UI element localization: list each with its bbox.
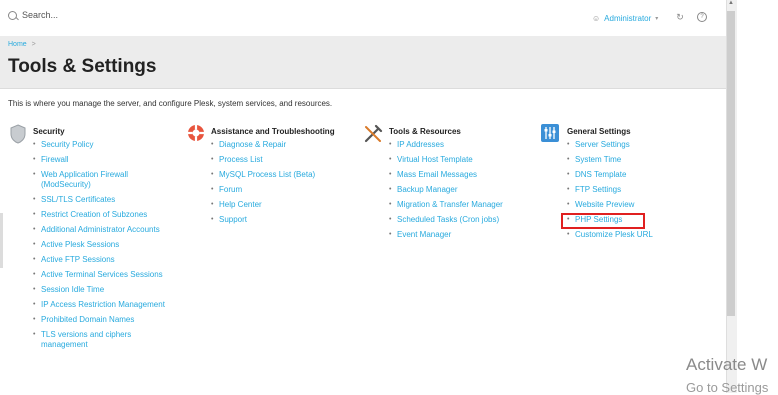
section-title: Assistance and Troubleshooting — [211, 126, 335, 136]
link-security-policy[interactable]: Security Policy — [33, 140, 175, 150]
section-title: Security — [33, 126, 65, 136]
link-ip-addresses[interactable]: IP Addresses — [389, 140, 534, 150]
help-icon[interactable]: ? — [697, 12, 707, 22]
link-website-preview[interactable]: Website Preview — [567, 200, 712, 210]
link-additional-administrator-accounts[interactable]: Additional Administrator Accounts — [33, 225, 175, 235]
section-title: General Settings — [567, 126, 631, 136]
link-server-settings[interactable]: Server Settings — [567, 140, 712, 150]
user-menu[interactable]: ☺ Administrator ▾ — [592, 14, 658, 23]
user-label: Administrator — [604, 14, 652, 23]
link-scheduled-tasks[interactable]: Scheduled Tasks (Cron jobs) — [389, 215, 534, 225]
link-support[interactable]: Support — [211, 215, 356, 225]
link-backup-manager[interactable]: Backup Manager — [389, 185, 534, 195]
page-description: This is where you manage the server, and… — [8, 99, 333, 108]
link-help-center[interactable]: Help Center — [211, 200, 356, 210]
settings-sliders-icon — [541, 124, 559, 142]
user-icon: ☺ — [592, 14, 601, 23]
link-ssl-tls-certificates[interactable]: SSL/TLS Certificates — [33, 195, 175, 205]
side-panel-handle[interactable] — [0, 213, 3, 268]
link-active-plesk-sessions[interactable]: Active Plesk Sessions — [33, 240, 175, 250]
link-web-application-firewall[interactable]: Web Application Firewall (ModSecurity) — [33, 170, 175, 190]
section-assistance: Assistance and Troubleshooting Diagnose … — [187, 124, 357, 225]
search-icon — [8, 10, 17, 20]
search-box[interactable]: Search... — [8, 10, 58, 20]
tools-icon — [364, 124, 383, 143]
link-ip-access-restriction-management[interactable]: IP Access Restriction Management — [33, 300, 175, 310]
link-mysql-process-list[interactable]: MySQL Process List (Beta) — [211, 170, 356, 180]
breadcrumb: Home > — [8, 41, 36, 48]
section-tools-resources: Tools & Resources IP Addresses Virtual H… — [363, 124, 533, 240]
page-title: Tools & Settings — [8, 56, 157, 77]
link-session-idle-time[interactable]: Session Idle Time — [33, 285, 175, 295]
scrollbar-thumb[interactable] — [727, 11, 735, 316]
link-restrict-creation-of-subzones[interactable]: Restrict Creation of Subzones — [33, 210, 175, 220]
breadcrumb-separator: > — [31, 41, 36, 48]
link-mass-email-messages[interactable]: Mass Email Messages — [389, 170, 534, 180]
link-firewall[interactable]: Firewall — [33, 155, 175, 165]
link-migration-transfer-manager[interactable]: Migration & Transfer Manager — [389, 200, 534, 210]
page-header: Home > Tools & Settings — [0, 36, 726, 89]
link-system-time[interactable]: System Time — [567, 155, 712, 165]
link-process-list[interactable]: Process List — [211, 155, 356, 165]
activation-watermark-title: Activate W — [686, 355, 768, 374]
link-prohibited-domain-names[interactable]: Prohibited Domain Names — [33, 315, 175, 325]
link-tls-versions-and-ciphers-management[interactable]: TLS versions and ciphers management — [33, 330, 175, 350]
section-security: Security Security Policy Firewall Web Ap… — [10, 124, 180, 350]
highlight-box — [561, 213, 645, 229]
top-bar: Search... ☺ Administrator ▾ ↻ ? — [0, 0, 726, 37]
link-event-manager[interactable]: Event Manager — [389, 230, 534, 240]
link-ftp-settings[interactable]: FTP Settings — [567, 185, 712, 195]
link-active-terminal-services-sessions[interactable]: Active Terminal Services Sessions — [33, 270, 175, 280]
updates-icon[interactable]: ↻ — [675, 12, 685, 22]
shield-icon — [10, 124, 26, 144]
search-input[interactable]: Search... — [22, 10, 58, 20]
link-forum[interactable]: Forum — [211, 185, 356, 195]
link-dns-template[interactable]: DNS Template — [567, 170, 712, 180]
lifebuoy-icon — [188, 125, 204, 141]
scroll-up-arrow-icon[interactable]: ▲ — [727, 0, 735, 10]
link-customize-plesk-url[interactable]: Customize Plesk URL — [567, 230, 712, 240]
link-active-ftp-sessions[interactable]: Active FTP Sessions — [33, 255, 175, 265]
section-title: Tools & Resources — [389, 126, 461, 136]
link-diagnose-repair[interactable]: Diagnose & Repair — [211, 140, 356, 150]
chevron-down-icon: ▾ — [655, 16, 659, 22]
breadcrumb-home-link[interactable]: Home — [8, 41, 27, 48]
link-virtual-host-template[interactable]: Virtual Host Template — [389, 155, 534, 165]
